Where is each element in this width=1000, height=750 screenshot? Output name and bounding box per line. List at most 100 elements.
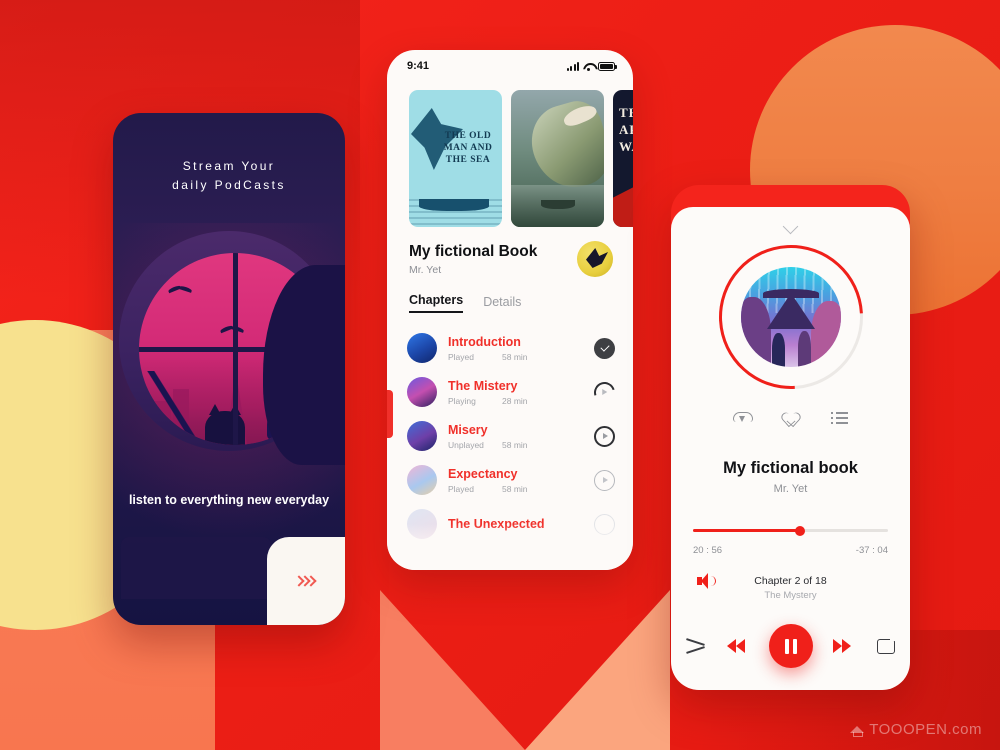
chapter-duration: 58 min <box>502 351 528 362</box>
signal-icon <box>566 61 579 71</box>
chapter-sub: Played 58 min <box>448 352 594 362</box>
book-header: My fictional Book Mr. Yet <box>387 227 633 277</box>
chapter-info: The Mistery Playing 28 min <box>437 379 594 406</box>
wifi-icon <box>583 62 594 71</box>
chapter-name: Misery <box>448 422 488 437</box>
chapter-row[interactable]: Introduction Played 58 min <box>387 327 633 369</box>
rewind-icon[interactable] <box>726 635 749 657</box>
chapter-title: The Mystery <box>764 590 817 601</box>
book-title: My fictional Book <box>409 242 538 260</box>
chapter-status: Played <box>448 351 474 362</box>
chapter-info: Introduction Played 58 min <box>437 335 594 362</box>
book-cover-item[interactable]: THE OLD MAN AND THE SEA <box>409 90 502 227</box>
temple-peak <box>766 293 815 329</box>
chapter-duration: 28 min <box>502 395 528 406</box>
player-screen: My fictional book Mr. Yet 20 : 56 -37 : … <box>671 185 910 690</box>
publisher-badge-icon[interactable] <box>577 241 613 277</box>
onboarding-headline: Stream Your daily PodCasts <box>113 157 345 195</box>
elapsed-time: 20 : 56 <box>693 545 723 556</box>
chapter-info: Expectancy Played 58 min <box>437 467 594 494</box>
chapter-indicator: Chapter 2 of 18 <box>754 575 827 587</box>
background-pyramid-left <box>380 590 525 750</box>
seek-bar-handle[interactable] <box>795 525 806 536</box>
sofa-silhouette <box>121 537 271 599</box>
detail-tabs: Chapters Details <box>387 277 633 313</box>
pause-button[interactable] <box>768 624 813 668</box>
chapter-name: The Mistery <box>448 378 518 393</box>
onboarding-screen: Stream Your daily PodCasts listen to eve… <box>113 113 345 625</box>
chapter-name: Introduction <box>448 334 521 349</box>
background-pyramid-right <box>525 590 670 750</box>
chapter-state-done-icon[interactable] <box>594 337 615 359</box>
seek-bar-fill <box>693 529 801 532</box>
cover-red-graphic <box>613 187 633 227</box>
heart-icon[interactable] <box>782 409 800 427</box>
home-cloud-icon <box>850 723 865 737</box>
cloud-download-icon[interactable] <box>732 409 753 427</box>
book-cover-carousel[interactable]: THE OLD MAN AND THE SEA THE ART OF WAR <box>387 82 633 227</box>
watermark-text: TOOOPEN.com <box>869 721 982 738</box>
book-meta: My fictional Book Mr. Yet <box>409 243 537 276</box>
fast-forward-icon[interactable] <box>832 635 855 657</box>
chapter-thumbnail <box>407 421 437 451</box>
chevron-down-icon[interactable] <box>782 218 798 235</box>
chapter-thumbnail <box>407 465 437 495</box>
chapter-thumbnail <box>407 377 437 407</box>
chapter-status: Playing <box>448 395 476 406</box>
shuffle-icon[interactable] <box>685 635 707 657</box>
remaining-time: -37 : 04 <box>855 545 888 556</box>
chapter-state-play-icon[interactable] <box>594 469 615 491</box>
list-fade-overlay <box>387 524 633 570</box>
side-tab-handle[interactable] <box>387 390 393 438</box>
onboarding-next-button[interactable] <box>267 537 345 625</box>
chapter-info: Misery Unplayed 58 min <box>437 423 594 450</box>
headline-line-2: daily PodCasts <box>172 178 286 192</box>
cover-title: THE ART OF WAR <box>619 105 633 154</box>
book-author: Mr. Yet <box>409 263 442 276</box>
playback-controls <box>671 622 910 670</box>
tab-chapters[interactable]: Chapters <box>409 293 464 313</box>
seek-bar[interactable] <box>693 525 888 536</box>
boat-illustration <box>541 200 575 209</box>
book-cover-item[interactable] <box>511 90 604 227</box>
player-action-icons <box>671 409 910 427</box>
progress-ring <box>688 215 893 419</box>
double-chevron-right-icon <box>293 575 317 587</box>
book-cover-item[interactable]: THE ART OF WAR <box>613 90 633 227</box>
figure-silhouette <box>797 331 811 367</box>
chapter-row[interactable]: The Mistery Playing 28 min <box>387 371 633 413</box>
chapter-row[interactable]: Expectancy Played 58 min <box>387 459 633 501</box>
boat-illustration <box>419 199 489 211</box>
watermark: TOOOPEN.com <box>850 721 982 738</box>
fern-plant <box>143 371 201 439</box>
chapter-name: Expectancy <box>448 466 518 481</box>
chapter-duration: 58 min <box>502 483 528 494</box>
list-icon[interactable] <box>830 409 849 427</box>
album-art[interactable] <box>740 267 841 367</box>
rock-right <box>810 301 841 367</box>
chapter-sub: Played 58 min <box>448 484 594 494</box>
chapter-state-playing-icon[interactable] <box>590 377 619 407</box>
onboarding-tagline: listen to everything new everyday <box>128 493 330 507</box>
cover-title: THE OLD MAN AND THE SEA <box>443 131 493 165</box>
status-time: 9:41 <box>407 60 430 72</box>
headline-line-1: Stream Your <box>182 159 276 173</box>
chapter-state-play-icon[interactable] <box>594 425 615 447</box>
player-author: Mr. Yet <box>773 483 808 495</box>
chapter-duration: 58 min <box>502 439 528 450</box>
chapter-status: Unplayed <box>448 439 484 450</box>
battery-icon <box>598 61 617 71</box>
chapter-sub: Unplayed 58 min <box>448 440 594 450</box>
book-detail-screen: 9:41 THE OLD MAN AND THE SEA THE ART OF … <box>387 50 633 570</box>
chapter-thumbnail <box>407 333 437 363</box>
chapter-status: Played <box>448 483 474 494</box>
chapter-list: Introduction Played 58 min The Mistery P… <box>387 313 633 545</box>
tab-details[interactable]: Details <box>483 295 521 313</box>
repeat-icon[interactable] <box>875 635 897 657</box>
player-card: My fictional book Mr. Yet 20 : 56 -37 : … <box>671 207 910 690</box>
player-title: My fictional book <box>723 459 858 477</box>
chapter-sub: Playing 28 min <box>448 396 594 406</box>
time-labels: 20 : 56 -37 : 04 <box>693 545 888 556</box>
status-bar: 9:41 <box>387 50 633 82</box>
chapter-row[interactable]: Misery Unplayed 58 min <box>387 415 633 457</box>
